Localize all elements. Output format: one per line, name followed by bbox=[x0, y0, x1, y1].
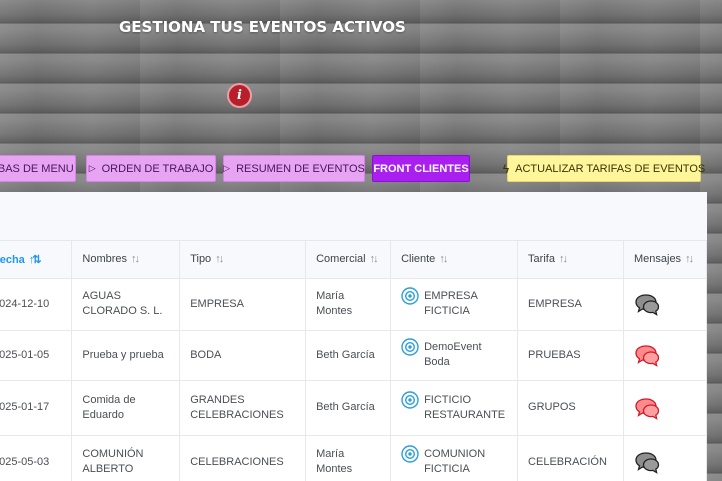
tarifa-cell: PRUEBAS bbox=[517, 330, 624, 381]
cliente-cell: DemoEvent Boda bbox=[390, 330, 519, 381]
tipo-cell: EMPRESA bbox=[179, 278, 307, 331]
tipo-header-label: Tipo bbox=[190, 253, 212, 266]
table-header-row: Fecha↑⇅ Nombres↑↓ Tipo↑↓ Comercial↑↓ Cli… bbox=[0, 241, 707, 279]
tipo-cell: BODA bbox=[179, 330, 307, 381]
cliente-name[interactable]: DemoEvent Boda bbox=[424, 340, 507, 370]
nombres-cell: AGUAS CLORADO S. L. bbox=[71, 278, 181, 331]
fecha-cell: 2025-05-03 bbox=[0, 435, 73, 481]
eye-icon[interactable] bbox=[401, 287, 419, 305]
page-title: GESTIONA TUS EVENTOS ACTIVOS bbox=[119, 18, 406, 36]
orden-de-trabajo-button[interactable]: ▷ ORDEN DE TRABAJO bbox=[86, 155, 216, 182]
front-clientes-button[interactable]: FRONT CLIENTES bbox=[372, 155, 470, 182]
chat-gray-icon[interactable] bbox=[634, 292, 660, 316]
fecha-cell: 2025-01-05 bbox=[0, 330, 73, 381]
comercial-cell: Beth García bbox=[305, 380, 392, 436]
tipo-cell: CELEBRACIONES bbox=[179, 435, 307, 481]
resumen-de-eventos-label: RESUMEN DE EVENTOS bbox=[236, 162, 365, 175]
orden-de-trabajo-label: ORDEN DE TRABAJO bbox=[101, 162, 214, 175]
nombres-cell: Comida de Eduardo bbox=[71, 380, 181, 436]
pruebas-de-menu-label: PRUEBAS DE MENU bbox=[0, 162, 74, 175]
cliente-name[interactable]: FICTICIO RESTAURANTE bbox=[424, 393, 507, 423]
tipo-cell: GRANDES CELEBRACIONES bbox=[179, 380, 307, 436]
mensajes-cell bbox=[623, 330, 707, 381]
events-table: Fecha↑⇅ Nombres↑↓ Tipo↑↓ Comercial↑↓ Cli… bbox=[0, 241, 707, 481]
sort-icon[interactable]: ↑↓ bbox=[370, 253, 379, 265]
table-row[interactable]: 2025-01-17 Comida de Eduardo GRANDES CEL… bbox=[0, 380, 707, 436]
tarifa-header-label: Tarifa bbox=[528, 253, 555, 266]
play-icon: ▷ bbox=[223, 163, 231, 173]
column-header-nombres[interactable]: Nombres ↑↓ bbox=[71, 241, 181, 279]
play-icon: ▷ bbox=[88, 163, 96, 173]
column-header-fecha[interactable]: Fecha ↑⇅ bbox=[0, 241, 73, 279]
cliente-cell: FICTICIO RESTAURANTE bbox=[390, 380, 519, 436]
table-row[interactable]: 2025-05-03 COMUNIÓN ALBERTO CELEBRACIONE… bbox=[0, 435, 707, 481]
chat-red-icon[interactable] bbox=[634, 396, 660, 420]
info-icon[interactable]: i bbox=[227, 83, 252, 108]
eye-icon[interactable] bbox=[401, 390, 419, 409]
mensajes-cell bbox=[623, 278, 707, 331]
sort-icon[interactable]: ↑↓ bbox=[439, 253, 448, 265]
comercial-cell: María Montes bbox=[305, 278, 392, 331]
column-header-cliente[interactable]: Cliente ↑↓ bbox=[390, 241, 519, 279]
tarifa-cell: EMPRESA bbox=[517, 278, 624, 331]
mensajes-cell bbox=[623, 435, 707, 481]
mensajes-header-label: Mensajes bbox=[633, 253, 682, 266]
comercial-cell: Beth García bbox=[305, 330, 392, 381]
fecha-header-label: Fecha bbox=[0, 253, 25, 266]
resumen-de-eventos-button[interactable]: ▷ RESUMEN DE EVENTOS bbox=[223, 155, 365, 182]
fecha-cell: 2024-12-10 bbox=[0, 278, 73, 331]
nombres-header-label: Nombres bbox=[82, 253, 128, 266]
eye-icon[interactable] bbox=[401, 338, 419, 356]
comercial-cell: María Montes bbox=[305, 435, 392, 481]
actualizar-tarifas-label: ACTUALIZAR TARIFAS DE EVENTOS bbox=[515, 162, 706, 175]
sort-icon[interactable]: ↑↓ bbox=[685, 253, 694, 265]
sort-icon[interactable]: ↑↓ bbox=[559, 253, 568, 265]
fecha-cell: 2025-01-17 bbox=[0, 380, 73, 436]
sort-icon[interactable]: ↑↓ bbox=[215, 253, 224, 265]
nombres-cell: Prueba y prueba bbox=[71, 330, 181, 381]
chat-gray-icon[interactable] bbox=[634, 450, 660, 474]
lightning-icon: ϟ bbox=[502, 161, 510, 176]
events-panel: Fecha↑⇅ Nombres↑↓ Tipo↑↓ Comercial↑↓ Cli… bbox=[0, 192, 707, 481]
cliente-cell: COMUNION FICTICIA bbox=[390, 435, 519, 481]
column-header-tipo[interactable]: Tipo ↑↓ bbox=[179, 241, 307, 279]
actualizar-tarifas-button[interactable]: ϟ ACTUALIZAR TARIFAS DE EVENTOS bbox=[503, 155, 705, 182]
nombres-cell: COMUNIÓN ALBERTO bbox=[71, 435, 181, 481]
mensajes-cell bbox=[623, 380, 707, 436]
sort-icon[interactable]: ↑↓ bbox=[131, 253, 140, 265]
cliente-name[interactable]: COMUNION FICTICIA bbox=[424, 447, 507, 477]
cliente-cell: EMPRESA FICTICIA bbox=[390, 278, 519, 331]
table-row[interactable]: 2025-01-05 Prueba y prueba BODA Beth Gar… bbox=[0, 330, 707, 381]
pruebas-de-menu-button[interactable]: PRUEBAS DE MENU bbox=[0, 155, 76, 182]
table-toolbar bbox=[0, 192, 707, 241]
sort-ascending-icon[interactable]: ↑⇅ bbox=[29, 254, 42, 266]
eye-icon[interactable] bbox=[401, 445, 419, 463]
chat-red-icon[interactable] bbox=[634, 343, 660, 367]
cliente-name[interactable]: EMPRESA FICTICIA bbox=[424, 289, 507, 319]
tarifa-cell: GRUPOS bbox=[517, 380, 624, 436]
cliente-header-label: Cliente bbox=[401, 253, 436, 266]
tarifa-cell: CELEBRACIÓN bbox=[517, 435, 624, 481]
comercial-header-label: Comercial bbox=[316, 253, 366, 266]
table-row[interactable]: 2024-12-10 AGUAS CLORADO S. L. EMPRESA M… bbox=[0, 278, 707, 331]
column-header-tarifa[interactable]: Tarifa ↑↓ bbox=[517, 241, 624, 279]
front-clientes-label: FRONT CLIENTES bbox=[373, 162, 469, 175]
column-header-comercial[interactable]: Comercial ↑↓ bbox=[305, 241, 392, 279]
column-header-mensajes[interactable]: Mensajes ↑↓ bbox=[623, 241, 707, 279]
